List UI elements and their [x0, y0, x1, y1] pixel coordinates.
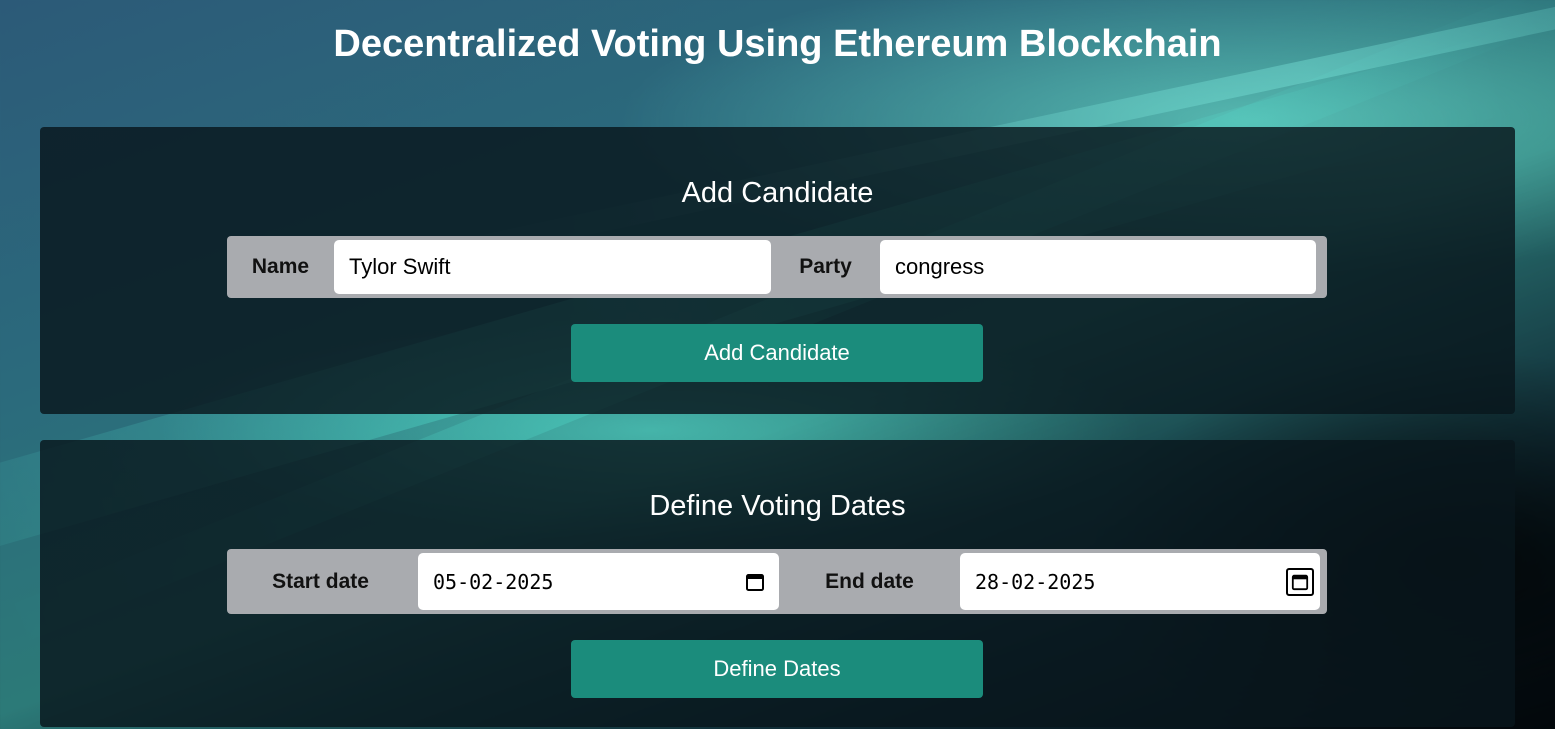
add-candidate-card: Add Candidate Name Tylor Swift Party con… [40, 127, 1515, 414]
add-candidate-title: Add Candidate [681, 177, 874, 209]
voting-dates-title: Define Voting Dates [649, 490, 906, 522]
party-label: Party [799, 255, 852, 278]
end-date-input[interactable]: 28-02-2025 [960, 553, 1320, 610]
page-title: Decentralized Voting Using Ethereum Bloc… [333, 23, 1222, 65]
start-date-input[interactable]: 05-02-2025 [418, 553, 779, 610]
name-label: Name [251, 255, 310, 278]
candidate-name-input[interactable]: Tylor Swift [334, 240, 771, 294]
define-dates-button[interactable]: Define Dates [571, 640, 983, 698]
start-date-label: Start date [272, 569, 369, 593]
voting-dates-card: Define Voting Dates Start date 05-02-202… [40, 440, 1515, 727]
end-date-value: 28-02-2025 [975, 569, 1096, 594]
calendar-icon[interactable] [745, 572, 765, 592]
start-date-value: 05-02-2025 [433, 569, 554, 594]
calendar-icon[interactable] [1286, 567, 1314, 596]
candidate-party-input[interactable]: congress [880, 240, 1316, 294]
dates-input-row: Start date 05-02-2025 End date 28-02-202… [227, 549, 1327, 614]
candidate-input-row: Name Tylor Swift Party congress [227, 236, 1327, 298]
add-candidate-button[interactable]: Add Candidate [571, 324, 983, 382]
end-date-label: End date [825, 569, 914, 593]
